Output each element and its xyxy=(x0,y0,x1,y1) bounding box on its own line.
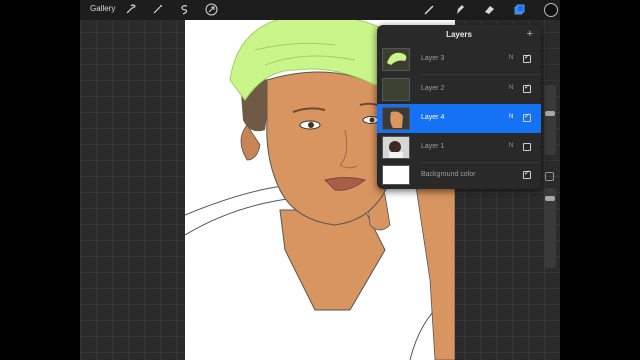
gallery-button[interactable]: Gallery xyxy=(90,4,115,13)
opacity-slider[interactable] xyxy=(544,188,556,268)
procreate-screen: Gallery Layers + Layer 3 N ✓ Layer 2 N ✓… xyxy=(0,0,640,360)
visibility-checkbox[interactable] xyxy=(523,143,531,151)
brush-icon[interactable] xyxy=(423,3,436,16)
layer-name: Layer 1 xyxy=(421,143,445,150)
visibility-checkbox[interactable] xyxy=(523,112,531,122)
eraser-icon[interactable] xyxy=(483,3,496,16)
side-controls xyxy=(542,80,558,280)
layers-title: Layers xyxy=(446,30,472,39)
transform-arrow-icon[interactable] xyxy=(205,3,218,16)
blend-mode[interactable]: N xyxy=(509,143,513,149)
layer-row-1[interactable]: Layer 1 N xyxy=(377,133,541,162)
layers-header: Layers + xyxy=(377,25,541,45)
add-layer-button[interactable]: + xyxy=(527,28,533,40)
opacity-knob[interactable] xyxy=(545,196,555,201)
layer-thumbnail xyxy=(382,48,410,71)
magic-wand-icon[interactable] xyxy=(151,3,164,16)
color-picker-swatch[interactable] xyxy=(544,3,558,17)
wrench-icon[interactable] xyxy=(124,3,137,16)
modify-button[interactable] xyxy=(545,172,554,181)
brush-size-slider[interactable] xyxy=(544,85,556,155)
visibility-checkbox[interactable] xyxy=(523,83,531,93)
layer-row-2[interactable]: Layer 2 N xyxy=(377,75,541,104)
blend-mode[interactable]: N xyxy=(509,55,513,61)
layers-icon[interactable] xyxy=(513,3,526,16)
background-color-label: Background color xyxy=(421,171,476,178)
layer-thumbnail xyxy=(382,78,410,101)
layers-panel: Layers + Layer 3 N Layer 2 N Layer 4 N xyxy=(377,25,541,189)
blend-mode[interactable]: N xyxy=(509,85,513,91)
smudge-icon[interactable] xyxy=(453,3,466,16)
layer-row-3[interactable]: Layer 3 N xyxy=(377,45,541,74)
visibility-checkbox[interactable] xyxy=(523,169,531,179)
layer-name: Layer 3 xyxy=(421,55,445,62)
layer-row-4[interactable]: Layer 4 N xyxy=(377,104,541,133)
layer-thumbnail xyxy=(382,107,410,130)
layer-name: Layer 4 xyxy=(421,114,445,121)
selection-icon[interactable] xyxy=(178,3,191,16)
brush-size-knob[interactable] xyxy=(545,111,555,116)
blend-mode[interactable]: N xyxy=(509,114,513,120)
visibility-checkbox[interactable] xyxy=(523,53,531,63)
background-color-row[interactable]: Background color xyxy=(377,163,541,189)
background-color-swatch xyxy=(382,165,410,185)
layer-thumbnail xyxy=(382,136,410,159)
layer-name: Layer 2 xyxy=(421,85,445,92)
